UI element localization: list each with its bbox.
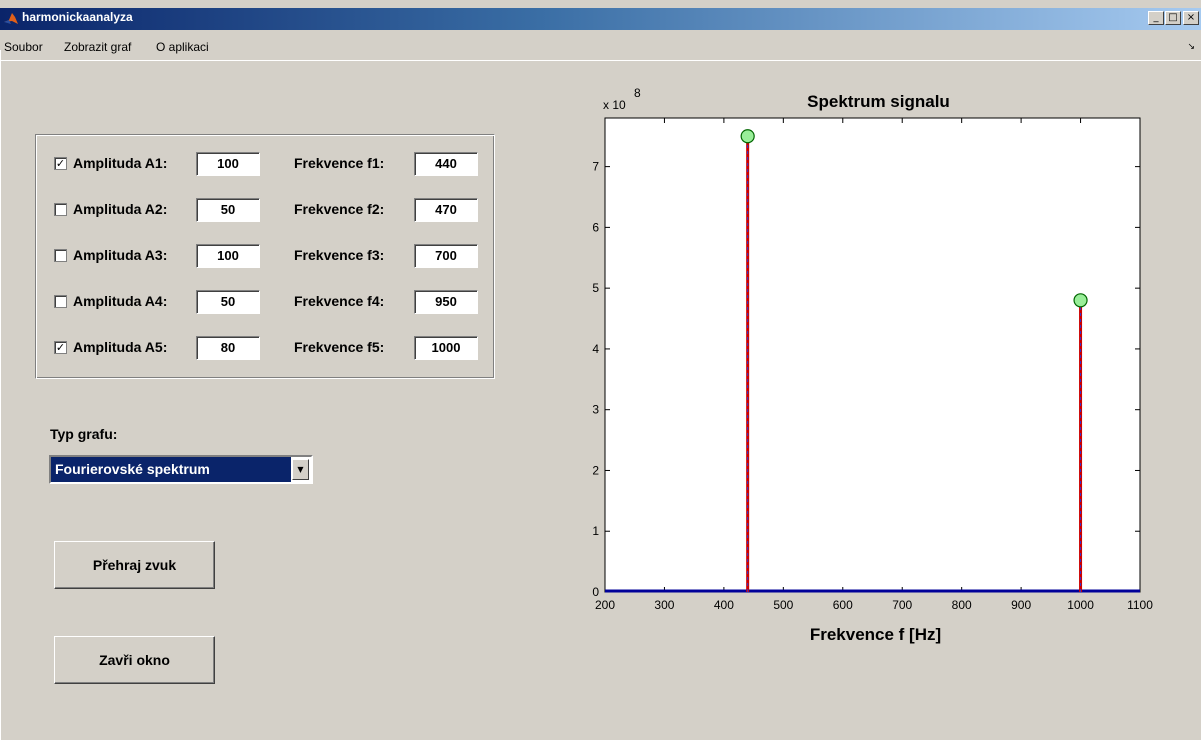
spectrum-chart: 200 300 400 500 600 700 800 900 1000 1100 0 1 2 3 4 5 6 7… (592, 86, 1153, 644)
y-tick-label: 5 (592, 281, 599, 295)
x-tick-label: 200 (595, 598, 615, 612)
y-tick-label: 4 (592, 342, 599, 356)
y-tick-label: 6 (592, 220, 599, 234)
x-tick-label: 1100 (1127, 598, 1153, 612)
x-tick-label: 800 (952, 598, 972, 612)
x-tick-label: 1000 (1067, 598, 1094, 612)
y-tick-label: 3 (592, 403, 599, 417)
y-tick-label: 7 (592, 160, 599, 174)
x-tick-label: 600 (833, 598, 853, 612)
x-tick-label: 700 (892, 598, 912, 612)
y-tick-label: 2 (592, 463, 599, 477)
chart-title: Spektrum signalu (807, 92, 950, 111)
x-tick-label: 300 (654, 598, 674, 612)
stem-marker (740, 129, 755, 144)
x-tick-label: 500 (773, 598, 793, 612)
stem-marker (1073, 293, 1088, 308)
y-tick-label: 0 (592, 585, 599, 599)
y-tick-label: 1 (592, 524, 599, 538)
y-scale-label: x 10 (603, 98, 626, 112)
x-tick-label: 400 (714, 598, 734, 612)
x-axis-label: Frekvence f [Hz] (810, 625, 941, 644)
x-tick-label: 900 (1011, 598, 1031, 612)
plot-area (604, 117, 1141, 593)
y-scale-exponent: 8 (634, 86, 641, 100)
